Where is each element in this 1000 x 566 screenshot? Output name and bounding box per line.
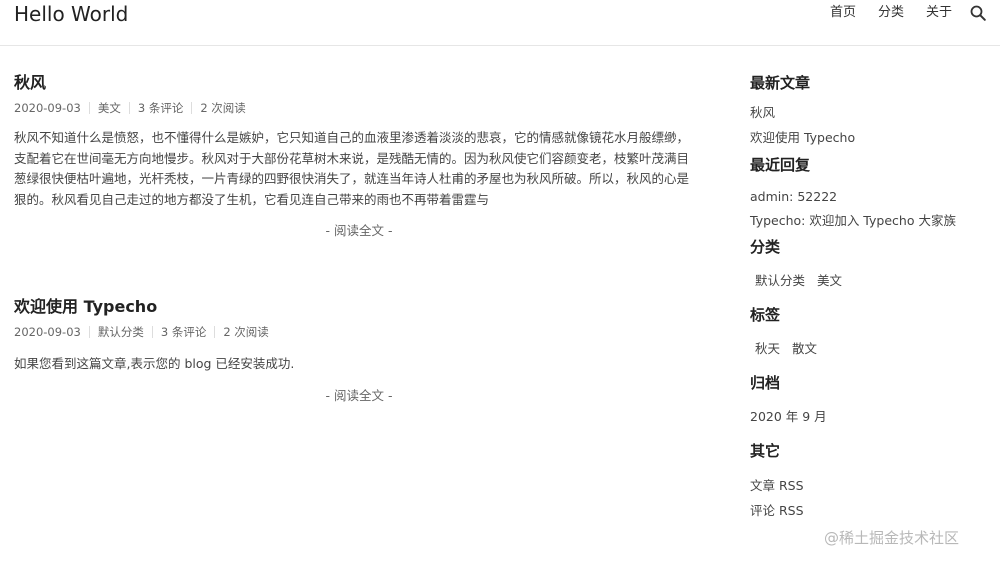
post-title[interactable]: 欢迎使用 Typecho — [14, 296, 704, 318]
widget-title: 其它 — [750, 442, 781, 460]
meta-divider — [214, 326, 216, 338]
archive-link[interactable]: 2020 年 9 月 — [750, 409, 827, 424]
widget-title: 归档 — [750, 374, 781, 392]
widget-recent-replies: 最近回复 admin: 52222 Typecho: 欢迎加入 Typecho … — [750, 154, 990, 230]
post-item: 秋风 2020-09-03 美文 3 条评论 2 次阅读 秋风不知道什么是愤怒，… — [14, 72, 704, 240]
post-meta: 2020-09-03 默认分类 3 条评论 2 次阅读 — [14, 324, 704, 340]
widget-categories: 分类 默认分类 美文 — [750, 236, 990, 290]
comments-rss-link[interactable]: 评论 RSS — [750, 503, 804, 518]
meta-divider — [191, 102, 193, 114]
post-category[interactable]: 美文 — [98, 100, 121, 116]
category-link[interactable]: 默认分类 — [755, 272, 805, 290]
site-header: Hello World 首页 分类 关于 — [0, 0, 1000, 46]
read-more-link-container: - 阅读全文 - — [14, 387, 704, 405]
nav-item-category[interactable]: 分类 — [878, 3, 904, 23]
list-item: 2020 年 9 月 — [750, 408, 990, 426]
post-excerpt: 如果您看到这篇文章,表示您的 blog 已经安装成功. — [14, 356, 295, 371]
sidebar: 最新文章 秋风 欢迎使用 Typecho 最近回复 admin: 52222 T… — [750, 72, 990, 527]
widget-title: 最近回复 — [750, 156, 811, 174]
nav-item-home[interactable]: 首页 — [830, 3, 856, 23]
list-item: 文章 RSS — [750, 477, 990, 495]
post-date: 2020-09-03 — [14, 101, 81, 115]
list-item: Typecho: 欢迎加入 Typecho 大家族 — [750, 212, 990, 230]
post-category[interactable]: 默认分类 — [98, 324, 144, 340]
list-item: admin: 52222 — [750, 188, 990, 206]
search-icon-glyph — [970, 5, 986, 21]
read-more-link[interactable]: - 阅读全文 - — [326, 388, 393, 403]
meta-divider — [88, 326, 90, 338]
recent-replies-list: admin: 52222 Typecho: 欢迎加入 Typecho 大家族 — [750, 188, 990, 230]
post-reads: 2 次阅读 — [223, 325, 269, 339]
nav-item-about[interactable]: 关于 — [926, 3, 952, 23]
widget-title: 最新文章 — [750, 74, 811, 92]
post-meta: 2020-09-03 美文 3 条评论 2 次阅读 — [14, 100, 704, 116]
latest-post-link[interactable]: 欢迎使用 Typecho — [750, 130, 855, 145]
archive-list: 2020 年 9 月 — [750, 408, 990, 426]
tag-link[interactable]: 散文 — [792, 340, 817, 358]
read-more-link-container: - 阅读全文 - — [14, 222, 704, 240]
widget-archive: 归档 2020 年 9 月 — [750, 372, 990, 426]
reply-link[interactable]: Typecho: 欢迎加入 Typecho 大家族 — [750, 213, 956, 228]
widget-title: 标签 — [750, 306, 781, 324]
post-date: 2020-09-03 — [14, 325, 81, 339]
category-link[interactable]: 美文 — [817, 272, 842, 290]
list-item: 秋风 — [750, 104, 990, 122]
post-list: 秋风 2020-09-03 美文 3 条评论 2 次阅读 秋风不知道什么是愤怒，… — [14, 72, 704, 403]
post-reads: 2 次阅读 — [200, 101, 246, 115]
category-list: 默认分类 美文 — [750, 272, 990, 290]
list-item: 评论 RSS — [750, 502, 990, 520]
watermark: @稀土掘金技术社区 — [824, 529, 960, 547]
other-links-list: 文章 RSS 评论 RSS — [750, 477, 990, 520]
widget-other: 其它 文章 RSS 评论 RSS — [750, 440, 990, 520]
post-title[interactable]: 秋风 — [14, 72, 704, 94]
widget-title: 分类 — [750, 238, 781, 256]
search-icon[interactable] — [970, 3, 988, 23]
posts-rss-link[interactable]: 文章 RSS — [750, 478, 804, 493]
meta-divider — [88, 102, 90, 114]
latest-post-link[interactable]: 秋风 — [750, 105, 775, 120]
post-excerpt: 秋风不知道什么是愤怒，也不懂得什么是嫉妒，它只知道自己的血液里渗透着淡淡的悲哀，… — [14, 130, 690, 207]
meta-divider — [151, 326, 153, 338]
list-item: 欢迎使用 Typecho — [750, 129, 990, 147]
main-nav: 首页 分类 关于 — [808, 3, 988, 23]
meta-divider — [128, 102, 130, 114]
post-comments[interactable]: 3 条评论 — [161, 324, 206, 340]
post-comments[interactable]: 3 条评论 — [138, 100, 183, 116]
reply-link[interactable]: admin: 52222 — [750, 189, 837, 204]
widget-latest-posts: 最新文章 秋风 欢迎使用 Typecho — [750, 72, 990, 147]
post-item: 欢迎使用 Typecho 2020-09-03 默认分类 3 条评论 2 次阅读… — [14, 296, 704, 405]
site-title[interactable]: Hello World — [14, 2, 128, 26]
tag-link[interactable]: 秋天 — [755, 340, 780, 358]
tag-list: 秋天 散文 — [750, 340, 990, 358]
read-more-link[interactable]: - 阅读全文 - — [326, 223, 393, 238]
latest-posts-list: 秋风 欢迎使用 Typecho — [750, 104, 990, 147]
widget-tags: 标签 秋天 散文 — [750, 304, 990, 358]
